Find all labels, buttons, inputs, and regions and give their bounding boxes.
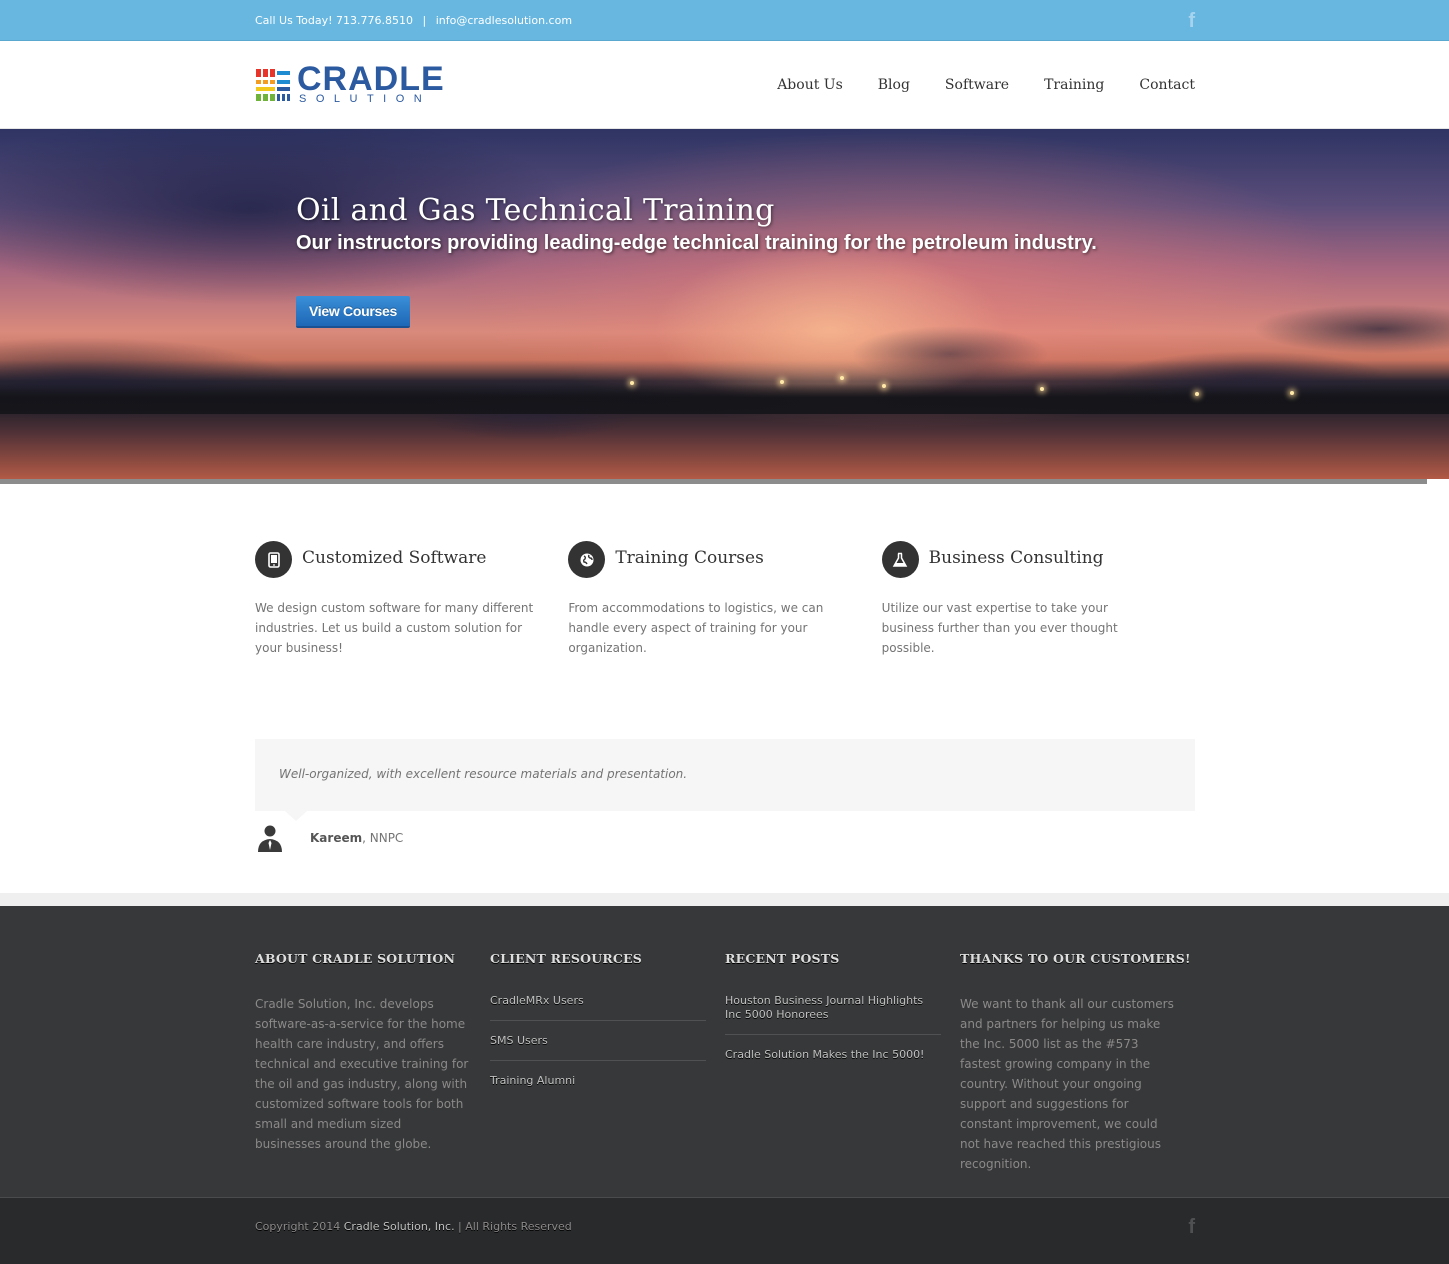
feature-title: Business Consulting <box>928 547 1104 568</box>
author-org: , NNPC <box>362 831 404 845</box>
testimonial: Well-organized, with excellent resource … <box>255 739 1195 821</box>
author-name: Kareem, NNPC <box>310 831 403 845</box>
logo-mark-icon <box>256 69 290 101</box>
footer: ABOUT CRADLE SOLUTION Cradle Solution, I… <box>0 906 1449 1197</box>
header: CRADLE SOLUTION About Us Blog Software T… <box>0 41 1449 129</box>
view-courses-button[interactable]: View Courses <box>296 296 410 328</box>
footer-post-link[interactable]: Cradle Solution Makes the Inc 5000! <box>725 1048 941 1074</box>
hero-slider: Oil and Gas Technical Training Our instr… <box>0 129 1449 479</box>
feature-training-courses: Training Courses From accommodations to … <box>568 541 881 658</box>
hero-bottom-bar <box>0 479 1427 484</box>
footer-top-strip <box>0 893 1449 906</box>
testimonial-author: Kareem, NNPC <box>255 823 1195 853</box>
hero-title: Oil and Gas Technical Training <box>296 193 775 228</box>
logo-word: CRADLE <box>297 60 445 98</box>
tablet-icon <box>255 541 292 578</box>
main-nav: About Us Blog Software Training Contact <box>777 77 1195 93</box>
logo-subtitle: SOLUTION <box>299 93 432 105</box>
nav-training[interactable]: Training <box>1044 77 1104 93</box>
footer-client-resources: CLIENT RESOURCES CradleMRx Users SMS Use… <box>490 906 725 1174</box>
footer-link-sms-users[interactable]: SMS Users <box>490 1034 706 1061</box>
nav-contact[interactable]: Contact <box>1139 77 1195 93</box>
top-bar: Call Us Today! 713.776.8510 | info@cradl… <box>0 0 1449 41</box>
testimonial-quote: Well-organized, with excellent resource … <box>279 767 688 781</box>
copyright: Copyright 2014 Cradle Solution, Inc. | A… <box>255 1220 572 1233</box>
copyright-prefix: Copyright 2014 <box>255 1220 344 1233</box>
feature-text: Utilize our vast expertise to take your … <box>881 601 1118 655</box>
copyright-company-link[interactable]: Cradle Solution, Inc. <box>344 1220 455 1233</box>
feature-business-consulting: Business Consulting Utilize our vast exp… <box>881 541 1195 658</box>
feature-text: From accommodations to logistics, we can… <box>568 601 824 655</box>
nav-software[interactable]: Software <box>945 77 1009 93</box>
feature-title: Customized Software <box>302 547 487 568</box>
logo[interactable]: CRADLE SOLUTION <box>255 60 445 105</box>
separator: | <box>422 14 427 27</box>
footer-about-text: Cradle Solution, Inc. develops software-… <box>255 997 469 1151</box>
flask-icon <box>881 541 919 578</box>
facebook-icon[interactable]: f <box>1183 11 1195 31</box>
copyright-suffix: | All Rights Reserved <box>454 1220 572 1233</box>
footer-link-training-alumni[interactable]: Training Alumni <box>490 1074 706 1100</box>
footer-post-link[interactable]: Houston Business Journal Highlights Inc … <box>725 994 941 1035</box>
footer-heading: THANKS TO OUR CUSTOMERS! <box>960 951 1191 966</box>
feature-customized-software: Customized Software We design custom sof… <box>255 541 568 658</box>
user-icon <box>258 825 282 852</box>
features: Customized Software We design custom sof… <box>255 541 1195 658</box>
footer-recent-posts: RECENT POSTS Houston Business Journal Hi… <box>725 906 960 1174</box>
footer-heading: RECENT POSTS <box>725 951 840 966</box>
contact-info: Call Us Today! 713.776.8510 | info@cradl… <box>255 14 572 27</box>
nav-about-us[interactable]: About Us <box>777 77 843 93</box>
email-link[interactable]: info@cradlesolution.com <box>436 14 572 27</box>
feature-title: Training Courses <box>615 547 764 568</box>
nav-blog[interactable]: Blog <box>878 77 910 93</box>
footer-thanks-text: We want to thank all our customers and p… <box>960 997 1174 1171</box>
footer-bottom: Copyright 2014 Cradle Solution, Inc. | A… <box>0 1197 1449 1264</box>
hero-content: Oil and Gas Technical Training Our instr… <box>296 193 1097 328</box>
phone-text: Call Us Today! 713.776.8510 <box>255 14 414 27</box>
author-name-bold: Kareem <box>310 831 363 845</box>
footer-heading: CLIENT RESOURCES <box>490 951 643 966</box>
footer-thanks: THANKS TO OUR CUSTOMERS! We want to than… <box>960 906 1195 1174</box>
facebook-icon[interactable]: f <box>1188 1217 1195 1237</box>
footer-heading: ABOUT CRADLE SOLUTION <box>255 951 456 966</box>
hero-subtitle: Our instructors providing leading-edge t… <box>296 232 1097 254</box>
globe-icon <box>568 541 606 578</box>
footer-about: ABOUT CRADLE SOLUTION Cradle Solution, I… <box>255 906 490 1174</box>
footer-link-cradlemrx-users[interactable]: CradleMRx Users <box>490 994 706 1021</box>
feature-text: We design custom software for many diffe… <box>255 601 534 655</box>
